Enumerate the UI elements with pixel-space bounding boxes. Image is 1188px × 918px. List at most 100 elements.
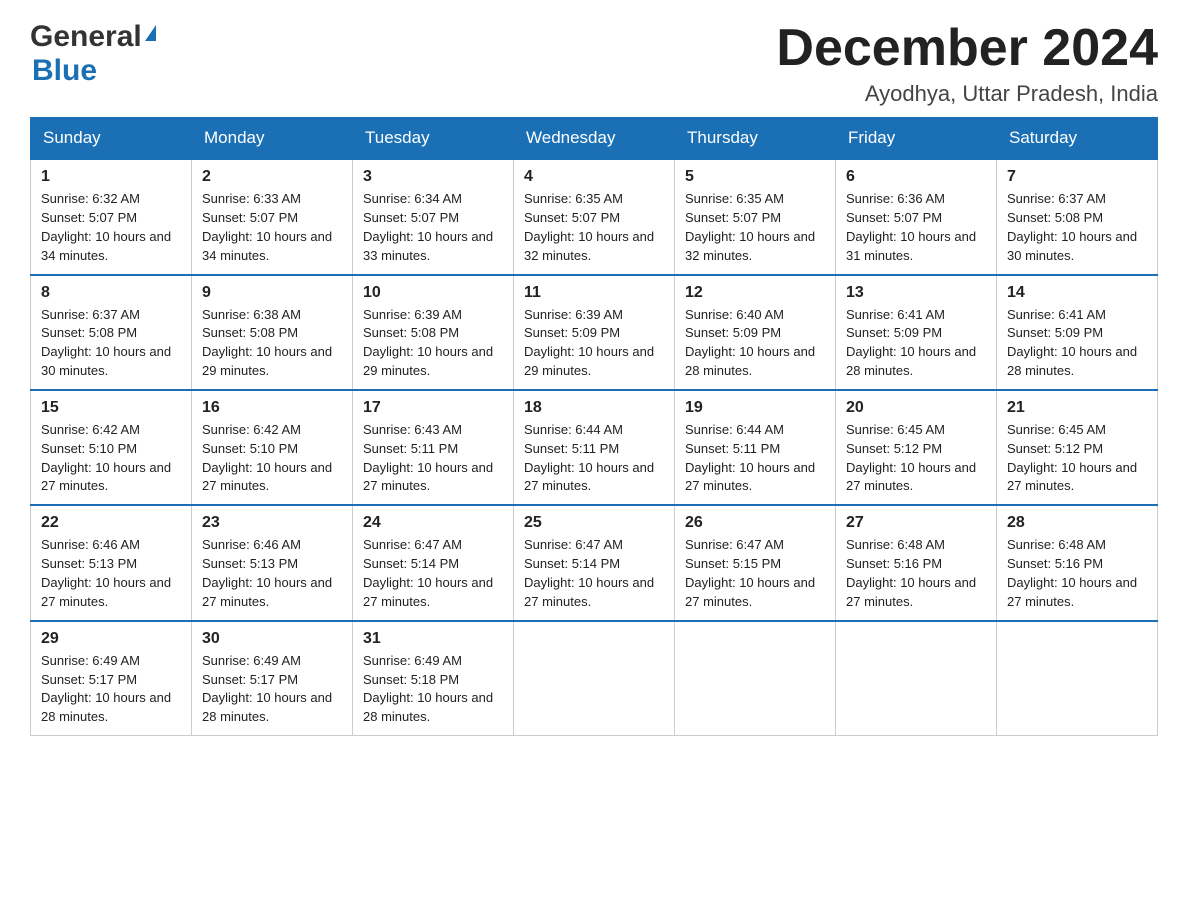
day-info: Sunrise: 6:48 AMSunset: 5:16 PMDaylight:… — [1007, 536, 1147, 611]
day-number: 8 — [41, 284, 181, 302]
day-info: Sunrise: 6:47 AMSunset: 5:14 PMDaylight:… — [524, 536, 664, 611]
day-number: 19 — [685, 399, 825, 417]
day-info: Sunrise: 6:44 AMSunset: 5:11 PMDaylight:… — [685, 421, 825, 496]
calendar-cell: 8 Sunrise: 6:37 AMSunset: 5:08 PMDaylight… — [31, 275, 192, 390]
calendar-cell: 7 Sunrise: 6:37 AMSunset: 5:08 PMDaylight… — [997, 159, 1158, 274]
day-number: 7 — [1007, 168, 1147, 186]
day-number: 3 — [363, 168, 503, 186]
day-number: 30 — [202, 630, 342, 648]
calendar-cell: 12 Sunrise: 6:40 AMSunset: 5:09 PMDayligh… — [675, 275, 836, 390]
logo-triangle-icon — [145, 25, 156, 41]
day-info: Sunrise: 6:43 AMSunset: 5:11 PMDaylight:… — [363, 421, 503, 496]
day-number: 16 — [202, 399, 342, 417]
day-number: 22 — [41, 514, 181, 532]
calendar-cell: 23Sunrise: 6:46 AMSunset: 5:13 PMDayligh… — [192, 505, 353, 620]
calendar-cell: 10Sunrise: 6:39 AMSunset: 5:08 PMDayligh… — [353, 275, 514, 390]
day-info: Sunrise: 6:45 AMSunset: 5:12 PMDaylight:… — [1007, 421, 1147, 496]
day-info: Sunrise: 6:39 AMSunset: 5:09 PMDaylight:… — [524, 306, 664, 381]
calendar-week-row: 22Sunrise: 6:46 AMSunset: 5:13 PMDayligh… — [31, 505, 1158, 620]
calendar-cell — [514, 621, 675, 736]
calendar-cell: 28 Sunrise: 6:48 AMSunset: 5:16 PMDayligh… — [997, 505, 1158, 620]
calendar-cell: 24Sunrise: 6:47 AMSunset: 5:14 PMDayligh… — [353, 505, 514, 620]
day-info: Sunrise: 6:37 AMSunset: 5:08 PMDaylight:… — [1007, 190, 1147, 265]
day-info: Sunrise: 6:35 AMSunset: 5:07 PMDaylight:… — [524, 190, 664, 265]
day-info: Sunrise: 6:44 AMSunset: 5:11 PMDaylight:… — [524, 421, 664, 496]
day-number: 28 — [1007, 514, 1147, 532]
calendar-cell: 16 Sunrise: 6:42 AMSunset: 5:10 PMDayligh… — [192, 390, 353, 505]
day-number: 31 — [363, 630, 503, 648]
calendar-cell: 25 Sunrise: 6:47 AMSunset: 5:14 PMDayligh… — [514, 505, 675, 620]
calendar-cell: 5 Sunrise: 6:35 AMSunset: 5:07 PMDaylight… — [675, 159, 836, 274]
calendar-cell: 22Sunrise: 6:46 AMSunset: 5:13 PMDayligh… — [31, 505, 192, 620]
col-header-friday: Friday — [836, 118, 997, 160]
day-number: 6 — [846, 168, 986, 186]
day-number: 23 — [202, 514, 342, 532]
calendar-cell: 21 Sunrise: 6:45 AMSunset: 5:12 PMDayligh… — [997, 390, 1158, 505]
day-info: Sunrise: 6:49 AMSunset: 5:18 PMDaylight:… — [363, 652, 503, 727]
day-number: 4 — [524, 168, 664, 186]
day-number: 14 — [1007, 284, 1147, 302]
calendar-cell — [997, 621, 1158, 736]
day-number: 17 — [363, 399, 503, 417]
col-header-tuesday: Tuesday — [353, 118, 514, 160]
col-header-sunday: Sunday — [31, 118, 192, 160]
calendar-table: SundayMondayTuesdayWednesdayThursdayFrid… — [30, 117, 1158, 736]
day-number: 9 — [202, 284, 342, 302]
day-number: 15 — [41, 399, 181, 417]
day-info: Sunrise: 6:42 AMSunset: 5:10 PMDaylight:… — [202, 421, 342, 496]
calendar-cell: 31 Sunrise: 6:49 AMSunset: 5:18 PMDayligh… — [353, 621, 514, 736]
calendar-cell: 2Sunrise: 6:33 AMSunset: 5:07 PMDaylight… — [192, 159, 353, 274]
location-subtitle: Ayodhya, Uttar Pradesh, India — [776, 81, 1158, 107]
calendar-week-row: 29 Sunrise: 6:49 AMSunset: 5:17 PMDayligh… — [31, 621, 1158, 736]
col-header-thursday: Thursday — [675, 118, 836, 160]
day-number: 18 — [524, 399, 664, 417]
day-info: Sunrise: 6:34 AMSunset: 5:07 PMDaylight:… — [363, 190, 503, 265]
calendar-cell: 13 Sunrise: 6:41 AMSunset: 5:09 PMDayligh… — [836, 275, 997, 390]
calendar-cell — [836, 621, 997, 736]
calendar-cell: 1 Sunrise: 6:32 AMSunset: 5:07 PMDaylight… — [31, 159, 192, 274]
logo-general: General — [30, 20, 142, 54]
calendar-cell: 6 Sunrise: 6:36 AMSunset: 5:07 PMDaylight… — [836, 159, 997, 274]
day-info: Sunrise: 6:35 AMSunset: 5:07 PMDaylight:… — [685, 190, 825, 265]
calendar-cell: 18 Sunrise: 6:44 AMSunset: 5:11 PMDayligh… — [514, 390, 675, 505]
col-header-monday: Monday — [192, 118, 353, 160]
day-info: Sunrise: 6:49 AMSunset: 5:17 PMDaylight:… — [41, 652, 181, 727]
day-number: 11 — [524, 284, 664, 302]
calendar-cell: 20 Sunrise: 6:45 AMSunset: 5:12 PMDayligh… — [836, 390, 997, 505]
day-number: 12 — [685, 284, 825, 302]
day-number: 1 — [41, 168, 181, 186]
day-info: Sunrise: 6:49 AMSunset: 5:17 PMDaylight:… — [202, 652, 342, 727]
calendar-cell — [675, 621, 836, 736]
day-info: Sunrise: 6:40 AMSunset: 5:09 PMDaylight:… — [685, 306, 825, 381]
calendar-cell: 29 Sunrise: 6:49 AMSunset: 5:17 PMDayligh… — [31, 621, 192, 736]
calendar-cell: 19 Sunrise: 6:44 AMSunset: 5:11 PMDayligh… — [675, 390, 836, 505]
calendar-cell: 15 Sunrise: 6:42 AMSunset: 5:10 PMDayligh… — [31, 390, 192, 505]
day-info: Sunrise: 6:48 AMSunset: 5:16 PMDaylight:… — [846, 536, 986, 611]
day-info: Sunrise: 6:42 AMSunset: 5:10 PMDaylight:… — [41, 421, 181, 496]
day-info: Sunrise: 6:33 AMSunset: 5:07 PMDaylight:… — [202, 190, 342, 265]
logo-blue: Blue — [32, 54, 97, 88]
day-info: Sunrise: 6:41 AMSunset: 5:09 PMDaylight:… — [1007, 306, 1147, 381]
day-info: Sunrise: 6:45 AMSunset: 5:12 PMDaylight:… — [846, 421, 986, 496]
calendar-week-row: 15 Sunrise: 6:42 AMSunset: 5:10 PMDayligh… — [31, 390, 1158, 505]
title-section: December 2024 Ayodhya, Uttar Pradesh, In… — [776, 20, 1158, 107]
calendar-cell: 27 Sunrise: 6:48 AMSunset: 5:16 PMDayligh… — [836, 505, 997, 620]
day-number: 21 — [1007, 399, 1147, 417]
day-number: 27 — [846, 514, 986, 532]
calendar-cell: 26Sunrise: 6:47 AMSunset: 5:15 PMDayligh… — [675, 505, 836, 620]
calendar-cell: 3 Sunrise: 6:34 AMSunset: 5:07 PMDaylight… — [353, 159, 514, 274]
logo: General Blue — [30, 20, 156, 88]
day-number: 5 — [685, 168, 825, 186]
day-number: 29 — [41, 630, 181, 648]
day-info: Sunrise: 6:32 AMSunset: 5:07 PMDaylight:… — [41, 190, 181, 265]
day-number: 13 — [846, 284, 986, 302]
day-number: 20 — [846, 399, 986, 417]
col-header-saturday: Saturday — [997, 118, 1158, 160]
day-number: 10 — [363, 284, 503, 302]
day-number: 24 — [363, 514, 503, 532]
day-info: Sunrise: 6:36 AMSunset: 5:07 PMDaylight:… — [846, 190, 986, 265]
day-number: 26 — [685, 514, 825, 532]
day-number: 25 — [524, 514, 664, 532]
day-info: Sunrise: 6:41 AMSunset: 5:09 PMDaylight:… — [846, 306, 986, 381]
day-info: Sunrise: 6:37 AMSunset: 5:08 PMDaylight:… — [41, 306, 181, 381]
